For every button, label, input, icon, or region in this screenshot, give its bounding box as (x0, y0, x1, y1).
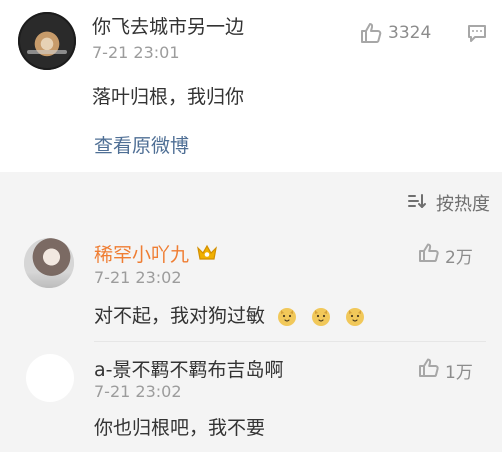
view-original-link[interactable]: 查看原微博 (94, 131, 189, 158)
main-comment-text: 落叶归根，我归你 (92, 86, 245, 108)
reply-item-2: a-景不羁不羁布吉岛啊 7-21 23:02 你也归根吧，我不要 1万 (0, 342, 502, 452)
sort-bar: 按热度 (0, 172, 502, 230)
reply-2-timestamp: 7-21 23:02 (94, 382, 182, 401)
reply-2-text: 你也归根吧，我不要 (94, 417, 266, 439)
thumbs-up-icon (417, 356, 441, 384)
reply-1-header: 稀罕小吖九 (94, 240, 219, 267)
reply-1-like-button[interactable]: 2万 (417, 241, 473, 269)
main-comment-username[interactable]: 你飞去城市另一边 (92, 12, 244, 39)
reply-1-text: 对不起，我对狗过敏 (94, 305, 266, 327)
dog-face-emoji (343, 305, 367, 329)
sort-control[interactable]: 按热度 (406, 190, 490, 216)
reply-2-like-button[interactable]: 1万 (417, 356, 473, 384)
main-like-button[interactable]: 3324 (358, 20, 431, 46)
comment-icon (465, 21, 489, 49)
avatar-text-strip (27, 50, 67, 54)
reply-1-like-count: 2万 (445, 247, 473, 268)
avatar-shade (24, 272, 74, 288)
main-comment-button[interactable] (465, 21, 489, 49)
main-comment-avatar[interactable] (18, 12, 76, 70)
reply-2-like-count: 1万 (445, 362, 473, 383)
main-comment: 你飞去城市另一边 7-21 23:01 落叶归根，我归你 查看原微博 3324 (0, 0, 502, 172)
crown-icon (195, 242, 219, 266)
thumbs-up-icon (417, 241, 441, 269)
main-comment-timestamp: 7-21 23:01 (92, 43, 180, 62)
reply-1-timestamp: 7-21 23:02 (94, 268, 182, 287)
reply-avatar-1[interactable] (24, 238, 74, 288)
reply-avatar-2[interactable] (26, 354, 74, 402)
dog-face-emoji (309, 305, 333, 329)
dog-face-emoji (275, 305, 299, 329)
sort-label: 按热度 (436, 194, 490, 215)
sort-icon (406, 190, 428, 216)
main-like-count: 3324 (388, 23, 432, 43)
reply-1-username[interactable]: 稀罕小吖九 (94, 240, 189, 267)
thumbs-up-icon (358, 20, 384, 46)
reply-2-username[interactable]: a-景不羁不羁布吉岛啊 (94, 355, 284, 382)
reply-1-text-row: 对不起，我对狗过敏 (94, 301, 367, 329)
reply-item-1: 稀罕小吖九 7-21 23:02 对不起，我对狗过敏 2万 (0, 230, 502, 342)
